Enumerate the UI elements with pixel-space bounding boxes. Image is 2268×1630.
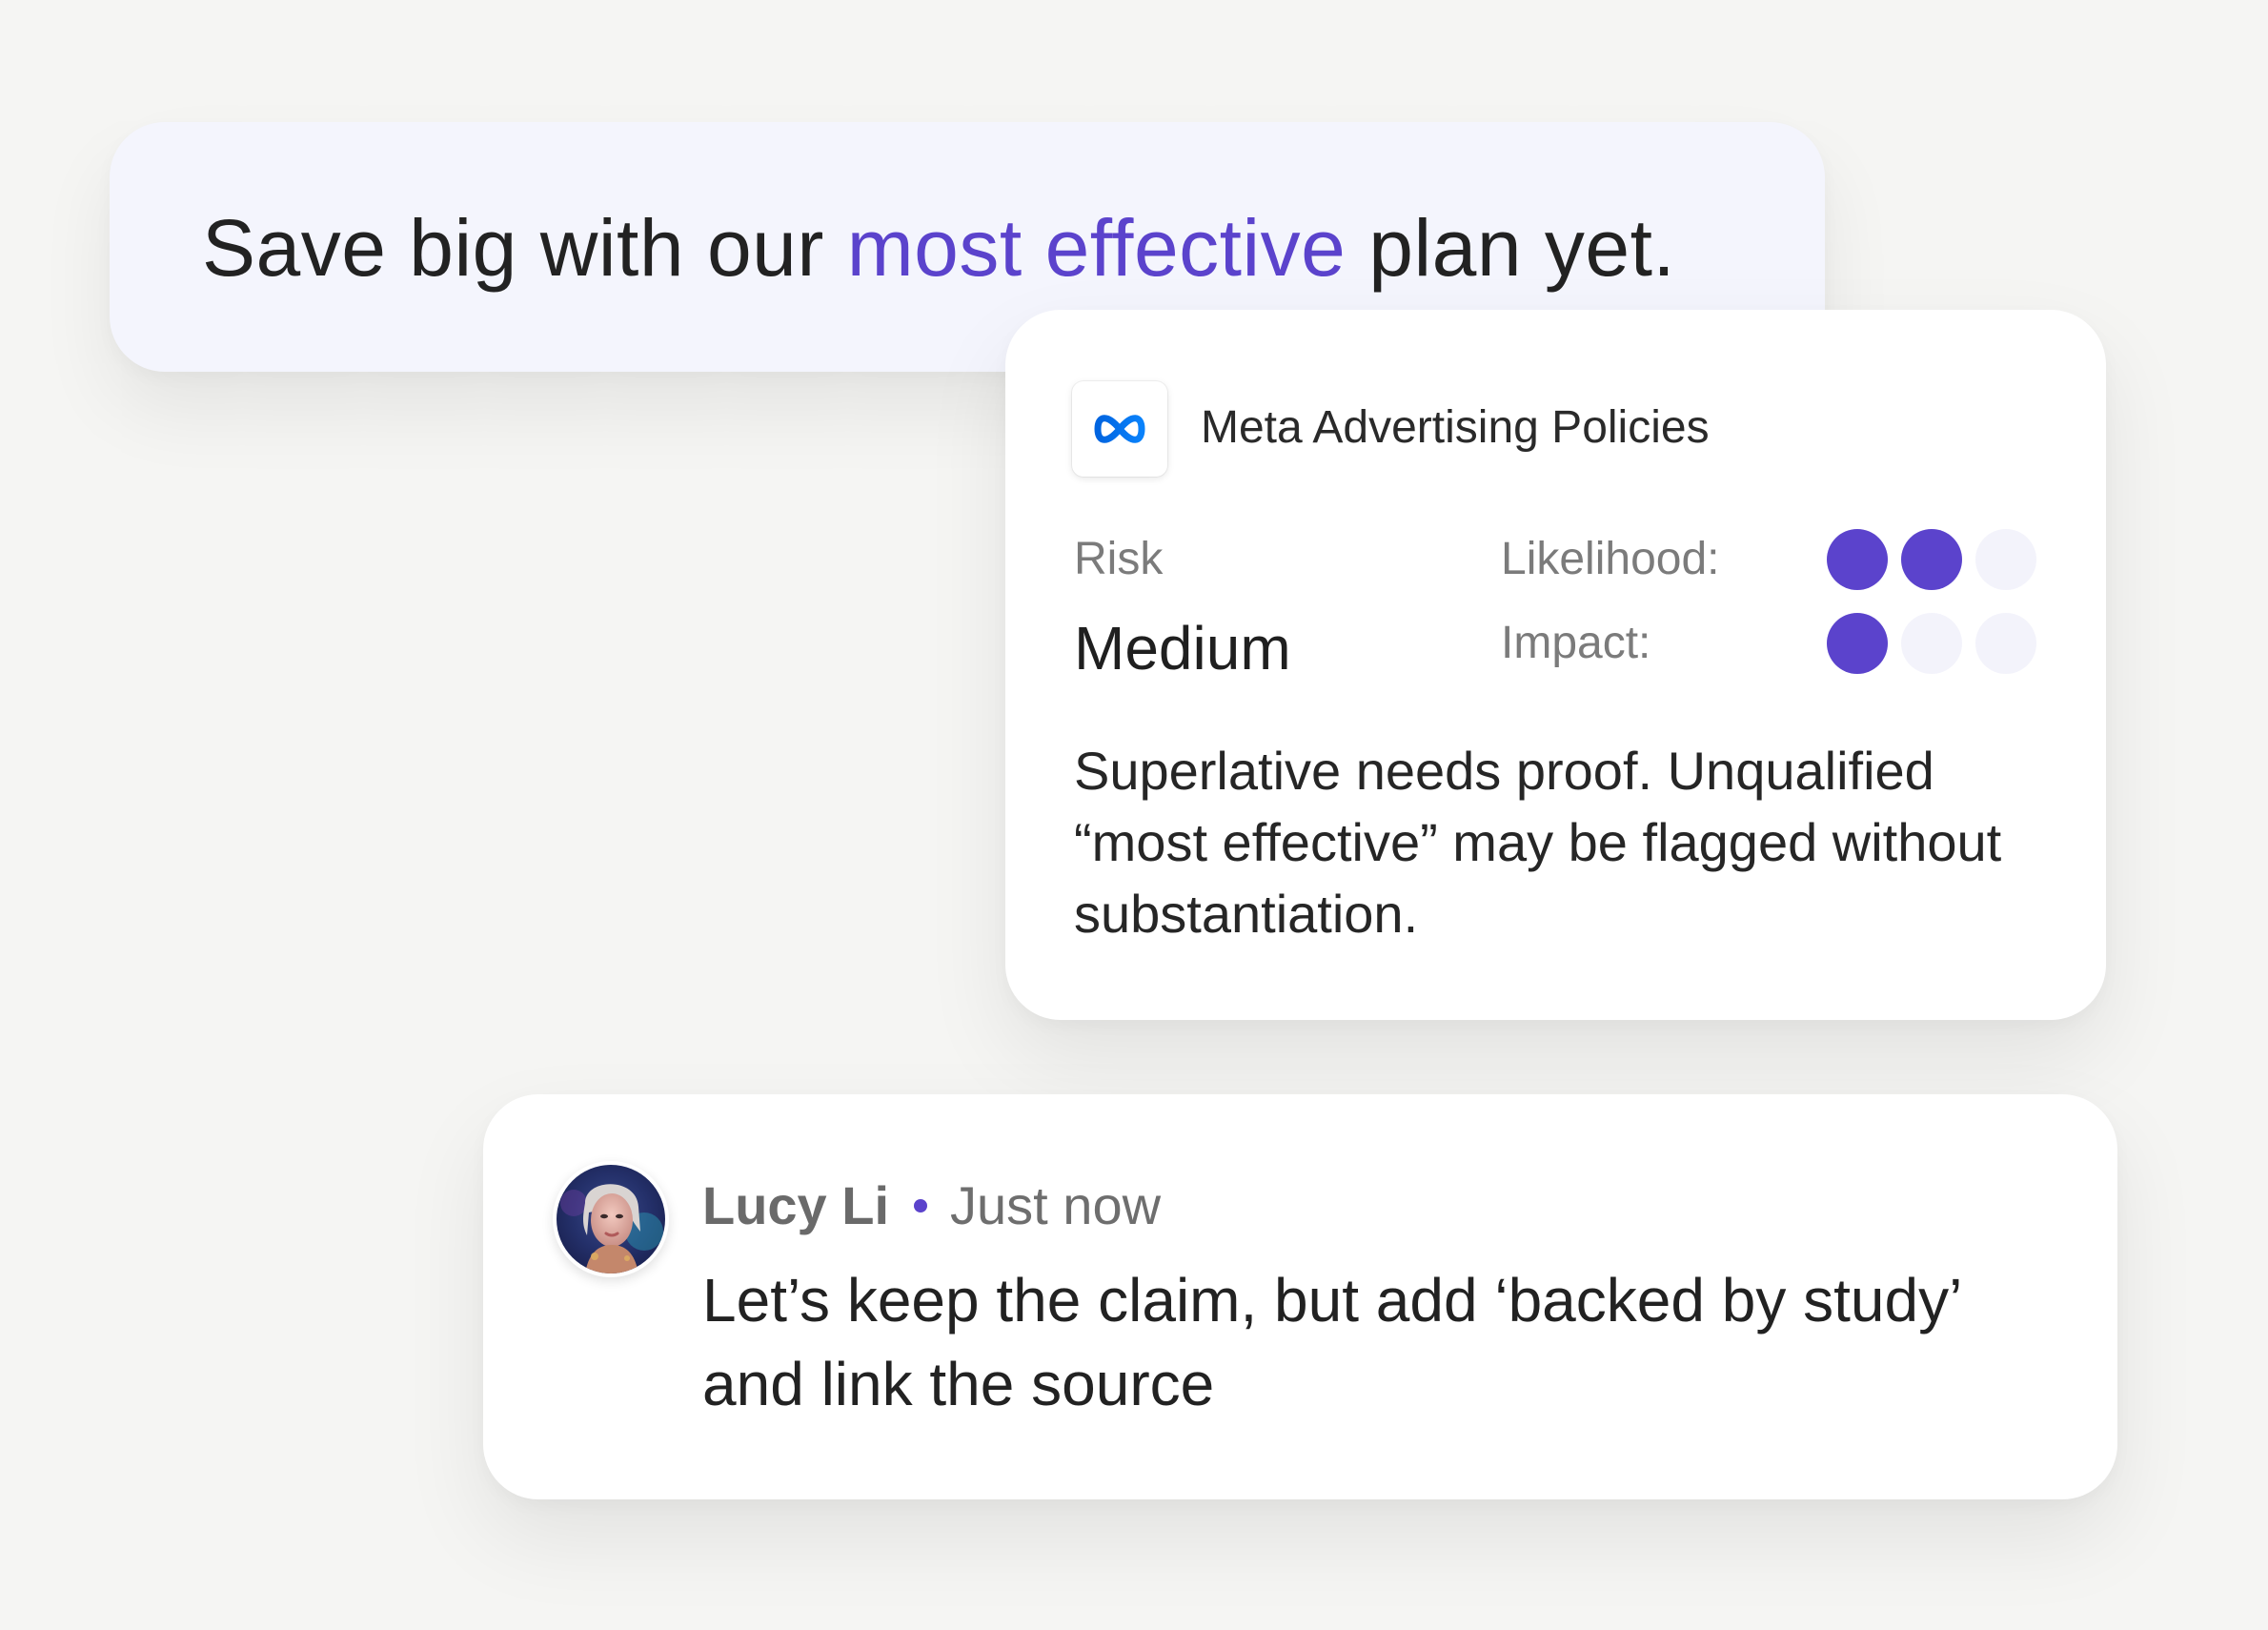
likelihood-dot: [1901, 529, 1962, 590]
comment-author[interactable]: Lucy Li: [702, 1172, 889, 1239]
ad-copy-highlight[interactable]: most effective: [847, 203, 1347, 293]
impact-label: Impact:: [1501, 618, 1651, 668]
policy-title: Meta Advertising Policies: [1201, 402, 1710, 453]
impact-dot: [1901, 613, 1962, 674]
ad-copy-text-after: plan yet.: [1346, 203, 1676, 293]
avatar[interactable]: [553, 1161, 669, 1277]
comment-card: Lucy Li Just now Let’s keep the claim, b…: [483, 1094, 2117, 1499]
impact-rating: [1827, 613, 2036, 674]
impact-dot: [1827, 613, 1888, 674]
likelihood-dot: [1827, 529, 1888, 590]
avatar-portrait: [557, 1165, 665, 1273]
policy-risk-card: Meta Advertising Policies Risk Medium Li…: [1005, 310, 2106, 1020]
risk-label: Risk: [1074, 534, 1164, 584]
likelihood-label: Likelihood:: [1501, 534, 1720, 584]
comment-time: Just now: [950, 1175, 1162, 1235]
ad-copy-text: Save big with our most effective plan ye…: [202, 200, 1825, 295]
likelihood-dot: [1975, 529, 2036, 590]
risk-value: Medium: [1074, 614, 1291, 683]
separator-dot-icon: [914, 1199, 928, 1212]
ad-copy-text-before: Save big with our: [202, 203, 847, 293]
policy-description: Superlative needs proof. Unqualified “mo…: [1074, 741, 2002, 944]
meta-logo-glyph: [1094, 415, 1145, 443]
meta-logo-icon: [1072, 381, 1167, 477]
likelihood-rating: [1827, 529, 2036, 590]
comment-meta: Lucy Li Just now: [702, 1172, 1161, 1239]
comment-body: Let’s keep the claim, but add ‘backed by…: [702, 1266, 1960, 1418]
impact-dot: [1975, 613, 2036, 674]
